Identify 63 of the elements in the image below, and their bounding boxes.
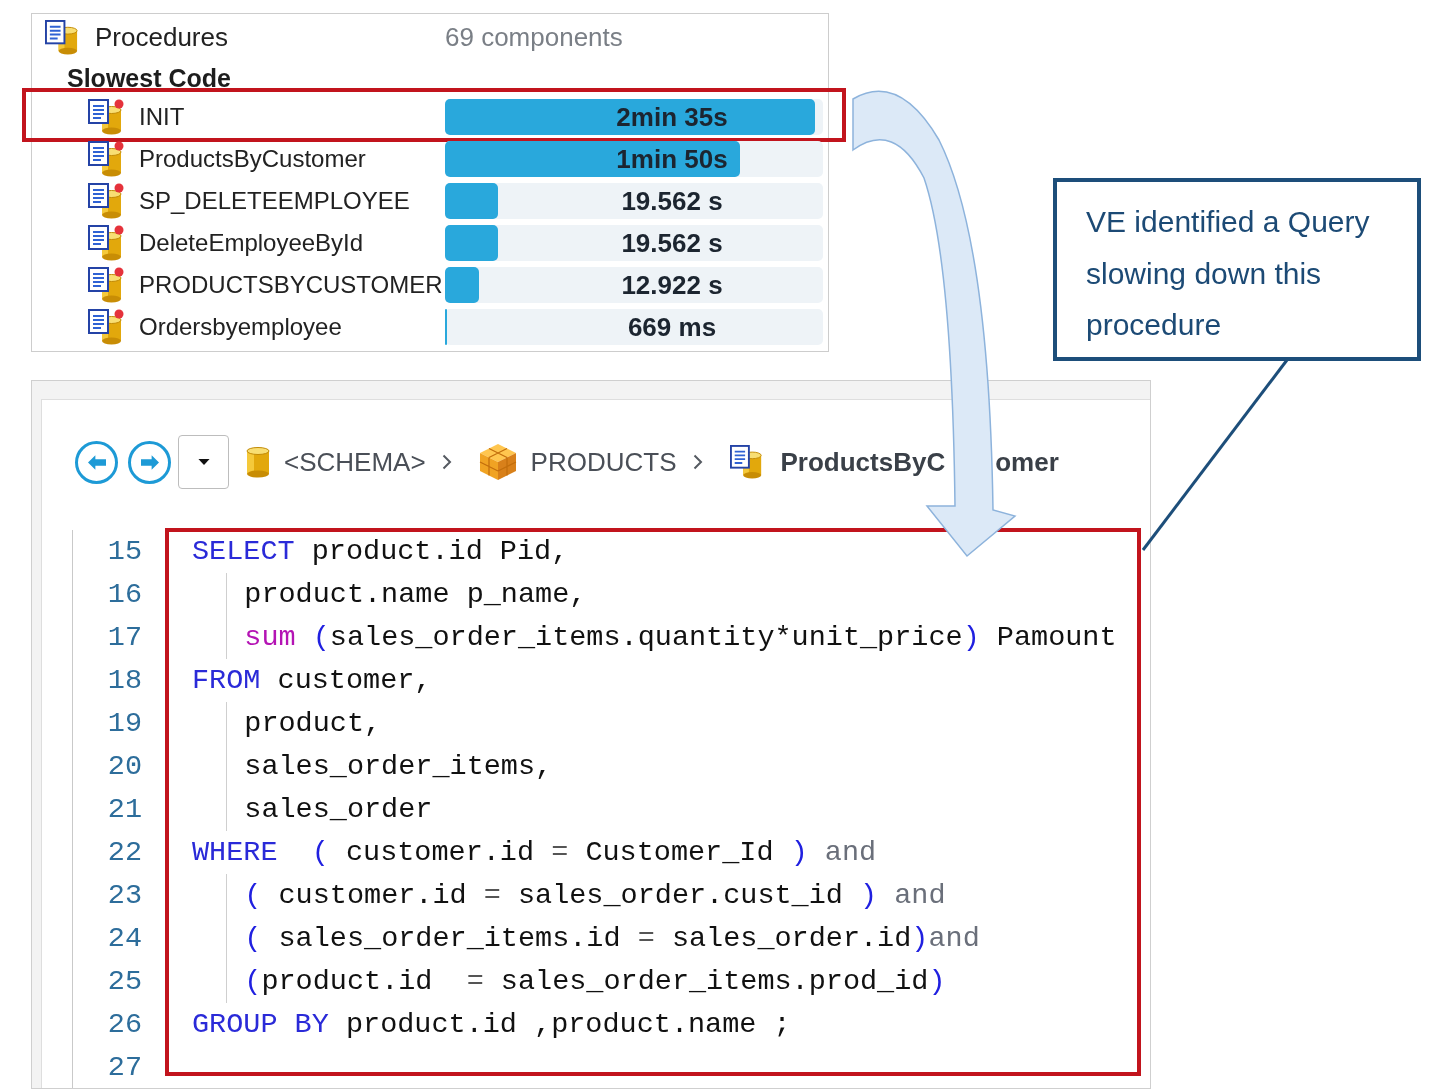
arrow-right-icon (140, 454, 159, 470)
code-line: sales_order (244, 792, 433, 828)
forward-button[interactable] (128, 440, 171, 484)
back-button[interactable] (75, 440, 118, 484)
code-line: WHERE ( customer.id = Customer_Id ) and (192, 835, 877, 871)
breadcrumb-current[interactable]: ProductsByC (780, 446, 946, 478)
duration-value: 19.562 s (621, 227, 723, 259)
procedure-name: ProductsByCustomer (139, 145, 366, 173)
code-line: GROUP BY product.id ,product.name ; (192, 1007, 791, 1043)
line-number: 26 (107, 1008, 142, 1041)
dropdown-button[interactable] (178, 435, 229, 489)
code-line: product, (244, 706, 382, 742)
document-database-icon (88, 267, 124, 303)
line-number: 27 (107, 1051, 142, 1084)
code-line: (product.id = sales_order_items.prod_id) (244, 964, 946, 1000)
procedure-name: INIT (139, 103, 185, 131)
chevron-right-icon (692, 454, 703, 470)
arrow-left-icon (87, 454, 106, 470)
duration-value: 12.922 s (621, 269, 723, 301)
procedure-name: Ordersbyemployee (139, 313, 342, 341)
line-number: 22 (107, 836, 142, 869)
duration-value: 669 ms (627, 311, 717, 343)
line-number: 21 (107, 793, 142, 826)
code-line: ( customer.id = sales_order.cust_id ) and (244, 878, 946, 914)
code-line: FROM customer, (192, 663, 432, 699)
breadcrumb-current[interactable]: omer (995, 446, 1059, 478)
procedure-name: DeleteEmployeeById (139, 229, 364, 257)
callout-note: VE identified a Query slowing down this procedure (1053, 178, 1421, 361)
database-icon (246, 446, 270, 478)
panel-title: Procedures (95, 21, 228, 53)
line-number: 20 (107, 750, 142, 783)
duration-value: 2min 35s (616, 101, 728, 133)
code-line: ( sales_order_items.id = sales_order.id)and (244, 921, 980, 957)
breadcrumb-item[interactable]: <SCHEMA> (284, 446, 426, 478)
document-database-icon (88, 141, 124, 177)
duration-value: 19.562 s (621, 185, 723, 217)
line-number: 24 (107, 922, 142, 955)
procedure-name: SP_DELETEEMPLOYEE (139, 187, 410, 215)
code-line: SELECT product.id Pid, (192, 534, 569, 570)
code-line: sum (sales_order_items.quantity*unit_price) Pamount (244, 620, 1117, 656)
code-line: product.name p_name, (244, 577, 587, 613)
document-database-icon (88, 309, 124, 345)
duration-value: 1min 50s (616, 143, 728, 175)
line-number: 23 (107, 879, 142, 912)
document-database-icon (88, 225, 124, 261)
cube-icon (478, 443, 517, 481)
procedure-name: PRODUCTSBYCUSTOMER (139, 271, 443, 299)
caret-down-icon (197, 459, 210, 465)
document-database-icon (45, 19, 80, 55)
document-database-icon (88, 183, 124, 219)
line-number: 18 (107, 664, 142, 697)
document-database-icon (729, 445, 764, 479)
document-database-icon (88, 99, 124, 135)
code-line: sales_order_items, (244, 749, 553, 785)
line-number: 15 (107, 535, 142, 568)
line-number: 17 (107, 621, 142, 654)
component-count: 69 components (445, 21, 623, 52)
line-number: 19 (107, 707, 142, 740)
chevron-right-icon (441, 454, 452, 470)
line-number: 16 (107, 578, 142, 611)
breadcrumb-item[interactable]: PRODUCTS (530, 446, 677, 478)
section-heading: Slowest Code (67, 63, 231, 93)
line-number: 25 (107, 965, 142, 998)
